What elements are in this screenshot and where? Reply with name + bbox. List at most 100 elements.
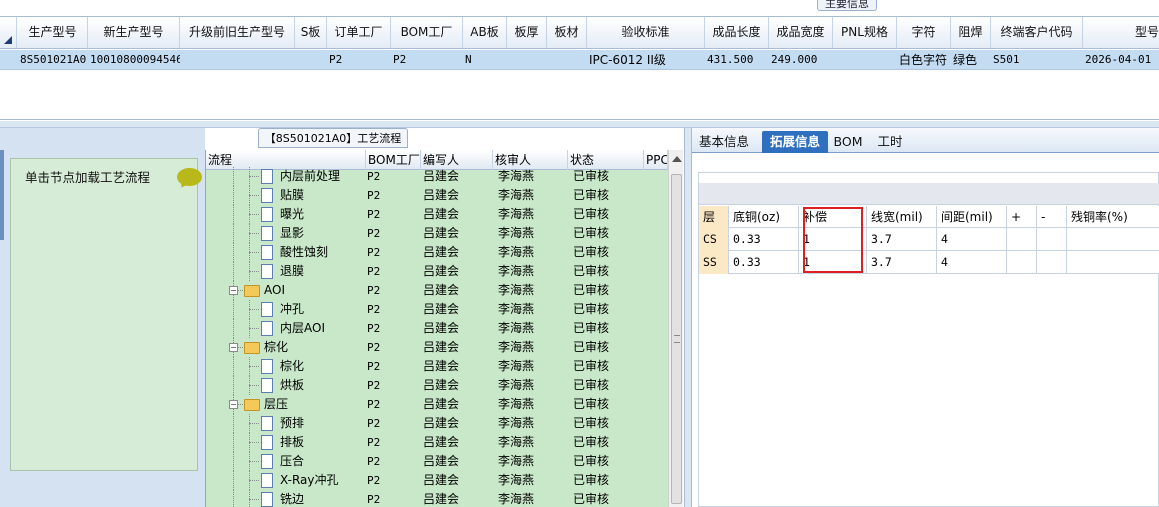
table-cell[interactable]: [1067, 228, 1159, 251]
column-header[interactable]: -: [1037, 206, 1067, 228]
table-cell[interactable]: 8S501021A0: [18, 50, 88, 70]
tree-scrollbar[interactable]: [668, 150, 683, 507]
tree-cell-writer: 吕建会: [423, 226, 460, 240]
column-header[interactable]: 字符: [897, 17, 951, 48]
table-cell[interactable]: [1067, 251, 1159, 274]
column-header[interactable]: BOM工厂: [391, 17, 463, 48]
column-header[interactable]: 成品宽度: [769, 17, 833, 48]
process-flow-tree[interactable]: 流程 BOM工厂 编写人 核审人 状态 PPC 内层前处理 P2 吕建会 李海燕 已审核…: [205, 150, 683, 507]
tree-connector: [249, 195, 259, 196]
tree-node-row[interactable]: 曝光 P2 吕建会 李海燕 已审核: [206, 205, 683, 224]
tree-connector: [249, 442, 259, 443]
column-header[interactable]: 成品长度: [705, 17, 769, 48]
collapse-toggle-icon[interactable]: −: [229, 400, 238, 409]
table-cell[interactable]: 10010800094546: [88, 50, 180, 70]
column-header[interactable]: 层: [699, 206, 729, 228]
tree-node-row[interactable]: 内层AOI P2 吕建会 李海燕 已审核: [206, 319, 683, 338]
table-cell[interactable]: [1007, 228, 1037, 251]
tree-node-row[interactable]: 退膜 P2 吕建会 李海燕 已审核: [206, 262, 683, 281]
table-cell[interactable]: P2: [391, 50, 463, 70]
tree-node-row[interactable]: − AOI P2 吕建会 李海燕 已审核: [206, 281, 683, 300]
table-cell[interactable]: 431.500: [705, 50, 769, 70]
tree-node-row[interactable]: 酸性蚀刻 P2 吕建会 李海燕 已审核: [206, 243, 683, 262]
column-header[interactable]: 线宽(mil): [867, 206, 937, 228]
table-cell[interactable]: [180, 50, 295, 70]
extended-info-toolbar: [699, 183, 1159, 205]
column-header[interactable]: 生产型号: [18, 17, 88, 48]
tab-extended-info[interactable]: 拓展信息: [762, 131, 828, 153]
table-cell[interactable]: 绿色: [951, 50, 991, 70]
tree-node-row[interactable]: 内层前处理 P2 吕建会 李海燕 已审核: [206, 167, 683, 186]
column-header[interactable]: 终端客户代码: [991, 17, 1083, 48]
horizontal-splitter[interactable]: [0, 121, 1159, 128]
column-header[interactable]: 订单工厂: [327, 17, 391, 48]
column-header[interactable]: 底铜(oz): [729, 206, 799, 228]
column-header[interactable]: 板材: [547, 17, 587, 48]
column-header[interactable]: +: [1007, 206, 1037, 228]
column-header[interactable]: 新生产型号: [88, 17, 180, 48]
main-info-section-tab[interactable]: 主要信息: [817, 0, 877, 11]
table-row-selected[interactable]: 8S501021A0 10010800094546 P2 P2 N IPC-60…: [0, 50, 1159, 70]
tree-node-row[interactable]: 棕化 P2 吕建会 李海燕 已审核: [206, 357, 683, 376]
column-header[interactable]: 型号: [1083, 17, 1159, 48]
column-header[interactable]: 残铜率(%): [1067, 206, 1159, 228]
table-cell[interactable]: 白色字符: [897, 50, 951, 70]
tab-basic-info[interactable]: 基本信息: [694, 131, 754, 153]
column-header[interactable]: PNL规格: [833, 17, 897, 48]
tree-node-row[interactable]: − 层压 P2 吕建会 李海燕 已审核: [206, 395, 683, 414]
collapse-edge-handle[interactable]: [0, 150, 4, 240]
table-cell[interactable]: SS: [699, 251, 729, 274]
tree-cell-writer: 吕建会: [423, 416, 460, 430]
tree-node-row[interactable]: 铣边 P2 吕建会 李海燕 已审核: [206, 490, 683, 507]
tree-node-row[interactable]: 烘板 P2 吕建会 李海燕 已审核: [206, 376, 683, 395]
collapse-toggle-icon[interactable]: −: [229, 343, 238, 352]
table-cell[interactable]: 3.7: [867, 228, 937, 251]
vertical-splitter[interactable]: [684, 128, 692, 507]
grid-corner[interactable]: [0, 17, 17, 48]
tree-cell-reviewer: 李海燕: [498, 226, 535, 240]
table-row[interactable]: SS 0.33 1 3.7 4: [699, 251, 1159, 274]
table-cell[interactable]: [1037, 228, 1067, 251]
table-cell[interactable]: 249.000: [769, 50, 833, 70]
tree-cell-reviewer: 李海燕: [498, 492, 535, 506]
scroll-thumb[interactable]: [671, 174, 682, 504]
table-cell[interactable]: S501: [991, 50, 1083, 70]
table-cell[interactable]: [1037, 251, 1067, 274]
column-header[interactable]: 板厚: [507, 17, 547, 48]
table-row[interactable]: CS 0.33 1 3.7 4: [699, 228, 1159, 251]
tree-node-row[interactable]: 预排 P2 吕建会 李海燕 已审核: [206, 414, 683, 433]
tab-work-hours[interactable]: 工时: [872, 131, 908, 153]
table-cell[interactable]: [295, 50, 327, 70]
table-cell[interactable]: 4: [937, 228, 1007, 251]
table-cell[interactable]: CS: [699, 228, 729, 251]
table-cell[interactable]: N: [463, 50, 507, 70]
tree-node-row[interactable]: 冲孔 P2 吕建会 李海燕 已审核: [206, 300, 683, 319]
column-header[interactable]: AB板: [463, 17, 507, 48]
table-cell[interactable]: [833, 50, 897, 70]
table-cell[interactable]: 0.33: [729, 228, 799, 251]
table-cell[interactable]: 4: [937, 251, 1007, 274]
column-header[interactable]: 验收标准: [587, 17, 705, 48]
tree-node-row[interactable]: − 棕化 P2 吕建会 李海燕 已审核: [206, 338, 683, 357]
column-header[interactable]: 升级前旧生产型号: [180, 17, 295, 48]
table-cell[interactable]: P2: [327, 50, 391, 70]
table-cell[interactable]: IPC-6012 II级: [587, 50, 705, 70]
collapse-toggle-icon[interactable]: −: [229, 286, 238, 295]
table-cell[interactable]: [507, 50, 547, 70]
column-header[interactable]: 阻焊: [951, 17, 991, 48]
tree-node-row[interactable]: X-Ray冲孔 P2 吕建会 李海燕 已审核: [206, 471, 683, 490]
column-header[interactable]: 间距(mil): [937, 206, 1007, 228]
tree-node-row[interactable]: 显影 P2 吕建会 李海燕 已审核: [206, 224, 683, 243]
tree-node-label: 层压: [264, 397, 289, 411]
scroll-up-icon[interactable]: [672, 156, 682, 162]
tree-node-row[interactable]: 压合 P2 吕建会 李海燕 已审核: [206, 452, 683, 471]
tree-node-row[interactable]: 排板 P2 吕建会 李海燕 已审核: [206, 433, 683, 452]
table-cell[interactable]: [547, 50, 587, 70]
table-cell[interactable]: 2026-04-01 16: [1083, 50, 1159, 70]
tree-node-row[interactable]: 贴膜 P2 吕建会 李海燕 已审核: [206, 186, 683, 205]
tab-bom[interactable]: BOM: [832, 131, 864, 153]
column-header[interactable]: S板: [295, 17, 327, 48]
table-cell[interactable]: [1007, 251, 1037, 274]
table-cell[interactable]: 3.7: [867, 251, 937, 274]
table-cell[interactable]: 0.33: [729, 251, 799, 274]
